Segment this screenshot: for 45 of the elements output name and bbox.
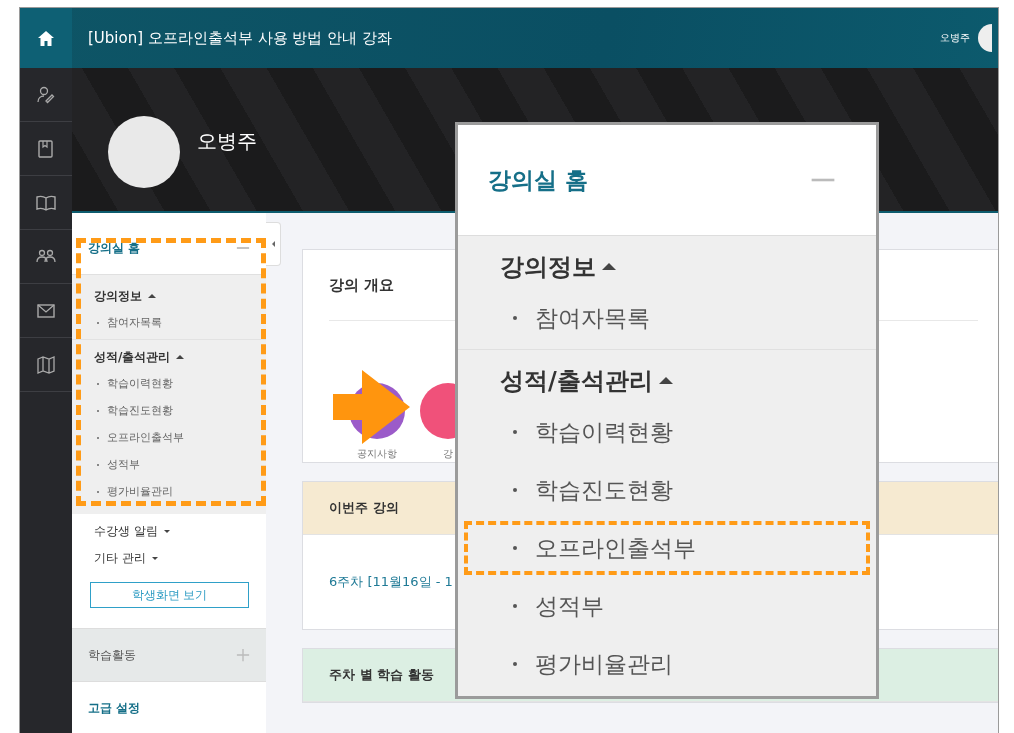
bullet-icon: [513, 546, 517, 550]
menu-item[interactable]: 평가비율관리: [107, 484, 173, 499]
menu-item[interactable]: 학습이력현황: [535, 416, 673, 448]
student-view-button[interactable]: 학생화면 보기: [90, 582, 249, 608]
week-link[interactable]: 6주차 [11월16일 - 1: [329, 573, 453, 591]
menu-heading[interactable]: 성적/출석관리: [500, 364, 653, 397]
bullet-icon: [513, 604, 517, 608]
person-edit-icon[interactable]: [36, 84, 56, 105]
collapse-tab-icon[interactable]: [271, 241, 275, 247]
home-icon[interactable]: [37, 29, 55, 47]
menu-item[interactable]: 오프라인출석부: [535, 532, 696, 564]
user-name[interactable]: 오병주: [940, 31, 970, 45]
bullet-icon: [513, 488, 517, 492]
menu-item[interactable]: 평가비율관리: [535, 648, 673, 680]
menu-title[interactable]: 강의실 홈: [88, 239, 141, 257]
card-title: 주차 별 학습 활동: [329, 666, 434, 684]
bullet-icon: [513, 430, 517, 434]
menu-item[interactable]: 성적부: [107, 457, 140, 472]
card-title: 이번주 강의: [329, 499, 399, 517]
notebook-icon[interactable]: [36, 138, 56, 159]
map-icon[interactable]: [36, 354, 56, 375]
shortcut-label: 공지사항: [357, 447, 397, 461]
menu-item[interactable]: 참여자목록: [535, 302, 650, 334]
menu-title[interactable]: 강의실 홈: [488, 164, 588, 196]
avatar: [978, 24, 992, 52]
bullet-icon: [513, 316, 517, 320]
menu-item[interactable]: 학습진도현황: [535, 474, 673, 506]
profile-name: 오병주: [197, 128, 257, 155]
menu-item[interactable]: 오프라인출석부: [107, 430, 184, 445]
menu-heading[interactable]: 기타 관리: [94, 550, 146, 567]
menu-heading[interactable]: 수강생 알림: [94, 523, 158, 540]
shortcut-label: 강: [443, 447, 453, 461]
section-title: 학습활동: [88, 646, 136, 664]
settings-link[interactable]: 고급 설정: [88, 699, 141, 717]
menu-heading[interactable]: 강의정보: [94, 287, 142, 305]
menu-item[interactable]: 성적부: [535, 590, 604, 622]
section-header[interactable]: 학습활동: [72, 628, 266, 681]
card-title: 강의 개요: [329, 275, 395, 295]
bullet-icon: [513, 662, 517, 666]
menu-item[interactable]: 학습이력현황: [107, 376, 173, 391]
menu-item[interactable]: 참여자목록: [107, 315, 162, 330]
menu-heading[interactable]: 강의정보: [500, 250, 596, 283]
menu-heading[interactable]: 성적/출석관리: [94, 348, 171, 366]
course-title: [Ubion] 오프라인출석부 사용 방법 안내 강좌: [88, 28, 392, 48]
menu-item[interactable]: 학습진도현황: [107, 403, 173, 418]
